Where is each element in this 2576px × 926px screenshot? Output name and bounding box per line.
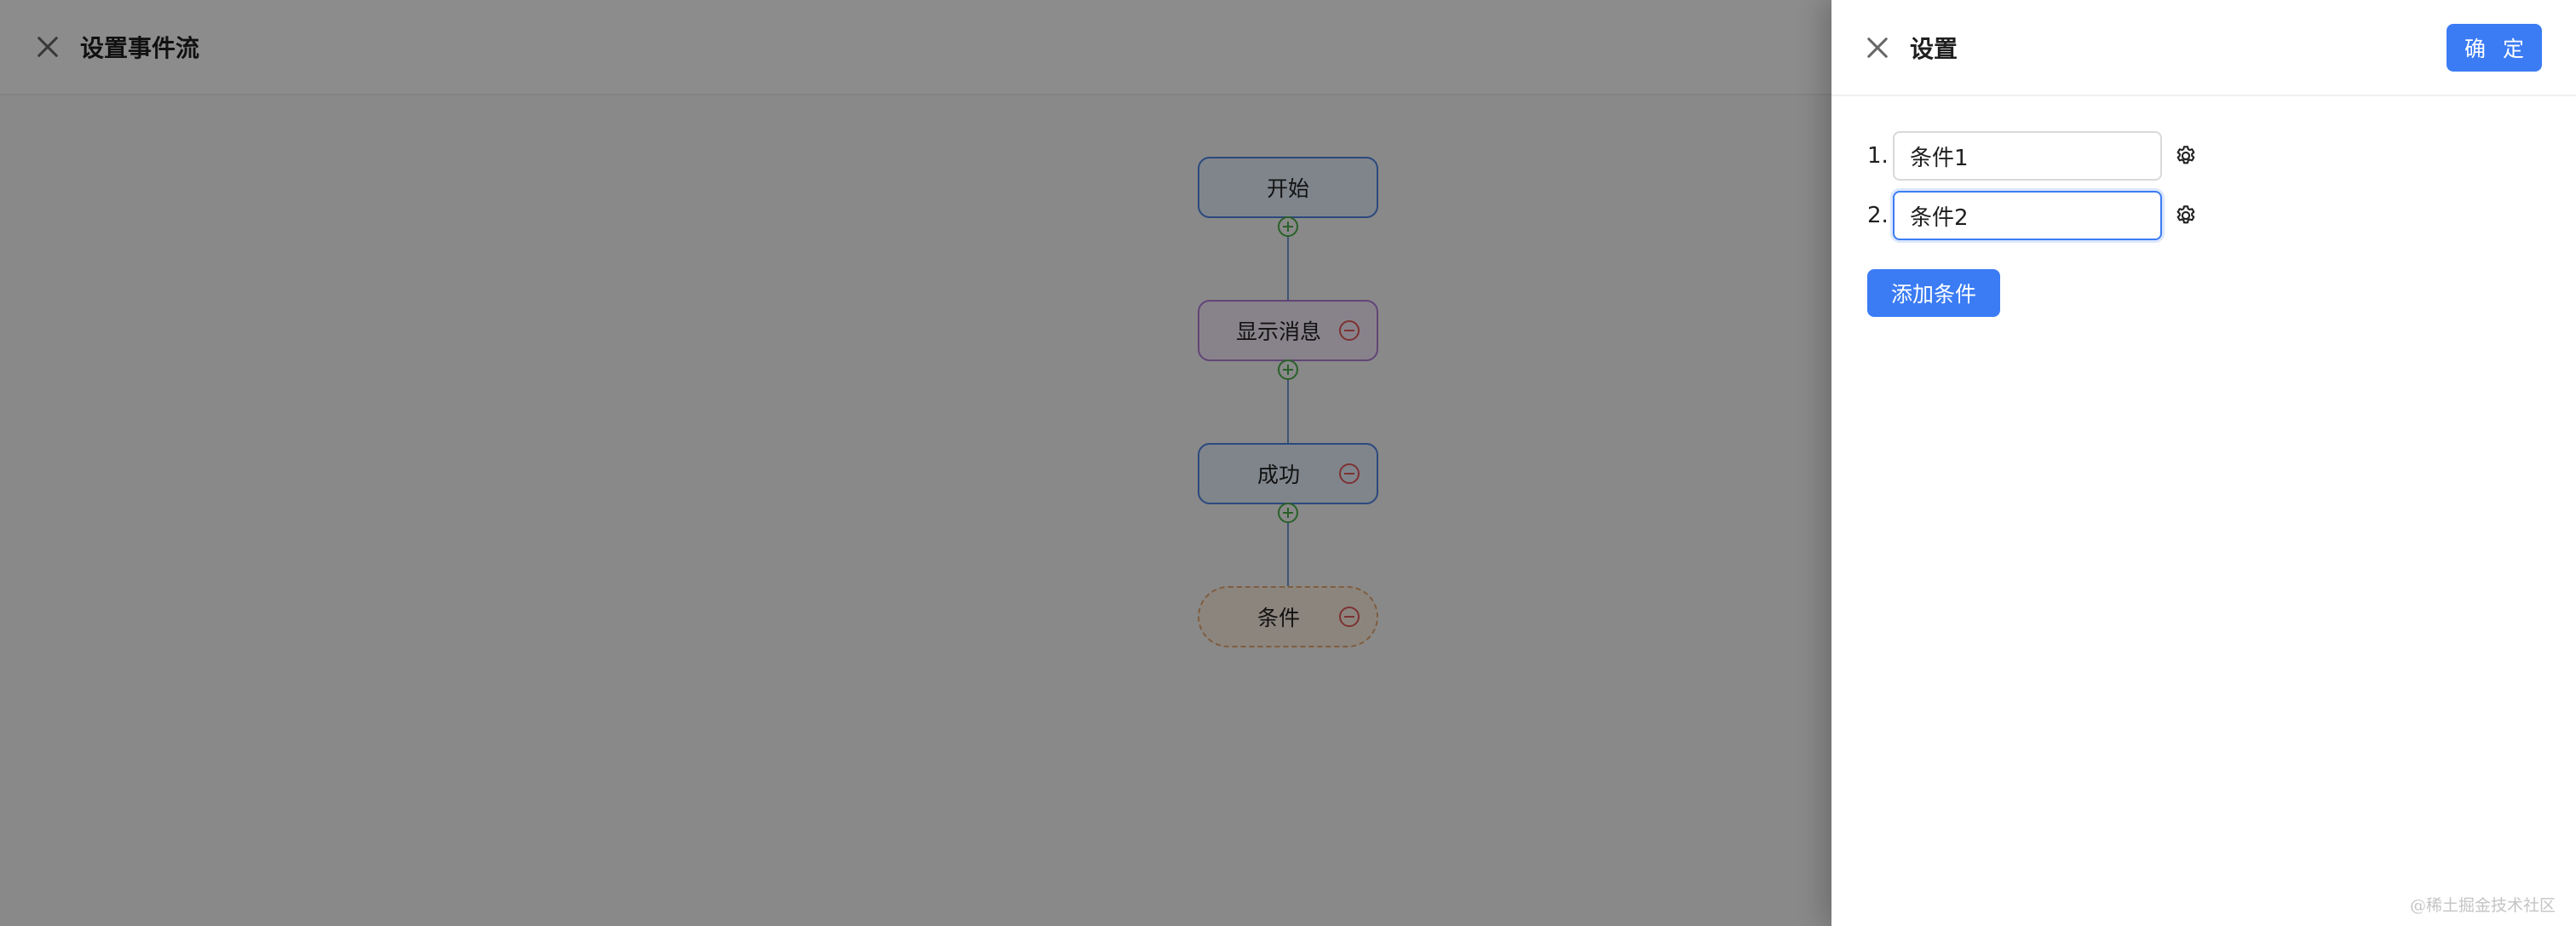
condition-input[interactable] [1893,191,2162,240]
gear-icon[interactable] [2174,144,2198,168]
gear-icon[interactable] [2174,204,2198,227]
condition-index: 2. [1867,203,1889,228]
condition-row: 2. [1867,191,2198,240]
drawer-header: 设置 确 定 [1831,0,2576,96]
confirm-button[interactable]: 确 定 [2447,24,2542,72]
condition-index: 1. [1867,143,1889,169]
app-root: 设置事件流 开始 显示消息 成功 条件 设置 确 定 1. 条件1 2. 条件2… [0,0,2576,926]
close-icon[interactable] [1866,36,1889,60]
watermark: @稀土掘金技术社区 [2409,896,2556,915]
condition-input[interactable] [1893,131,2162,181]
condition-row: 1. [1867,131,2198,181]
add-condition-button[interactable]: 添加条件 [1867,269,2000,317]
settings-drawer: 设置 确 定 1. 2. 添加条件 @稀土掘金技术社区 [1831,0,2576,926]
drawer-title: 设置 [1910,34,1958,63]
